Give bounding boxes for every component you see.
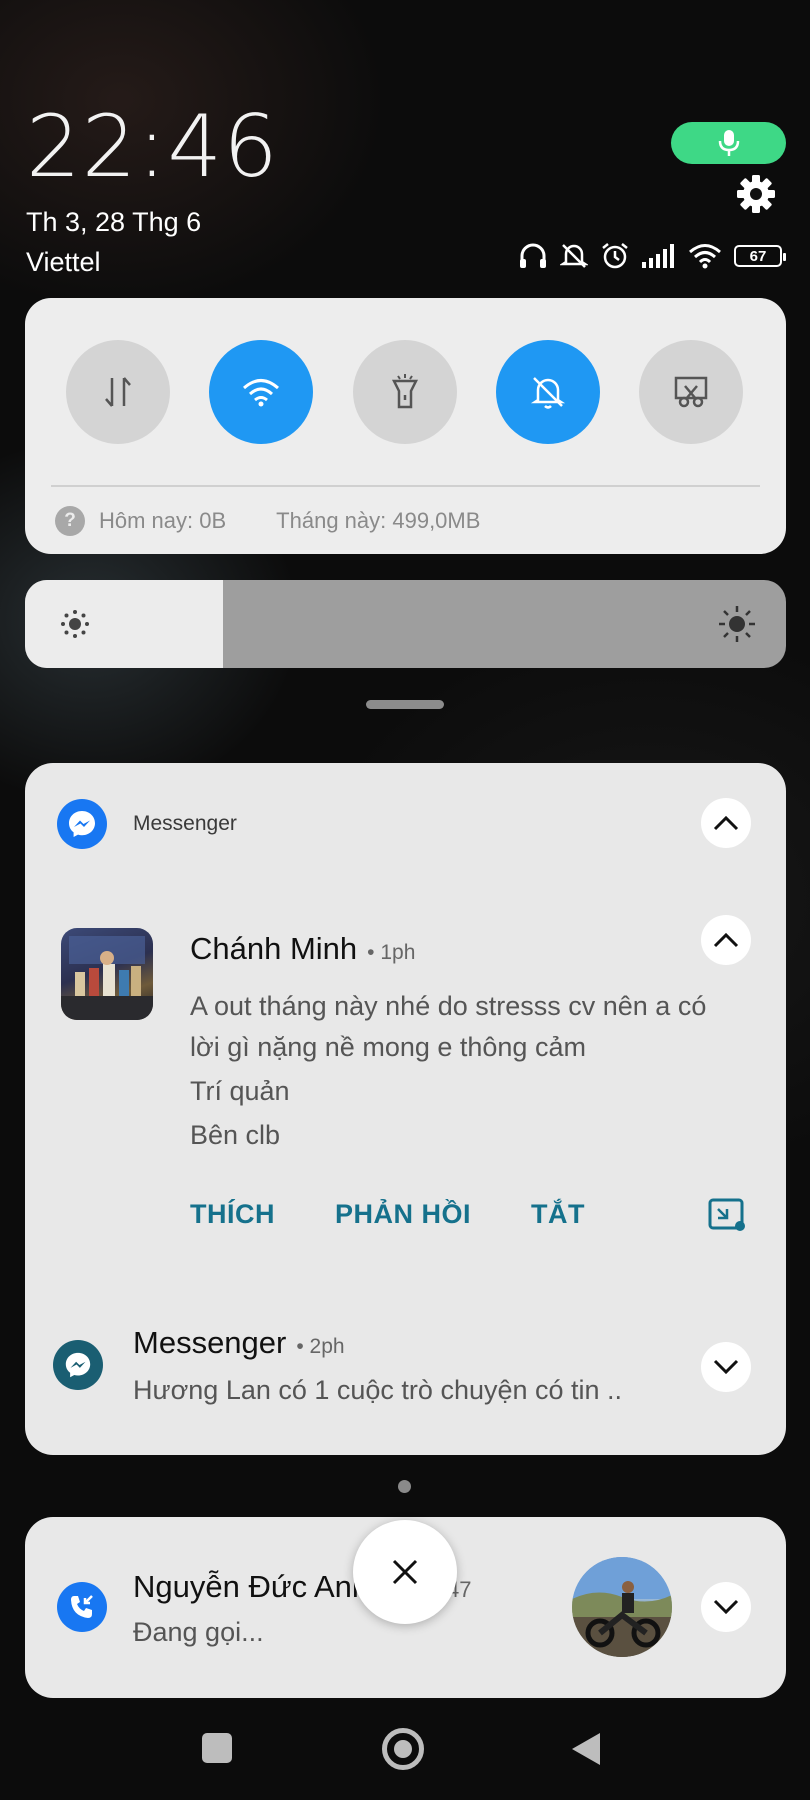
usage-month: Tháng này: 499,0MB: [276, 508, 481, 533]
flashlight-toggle[interactable]: [353, 340, 457, 444]
call-status: Đang gọi...: [133, 1617, 264, 1647]
brightness-low-icon: [61, 610, 89, 638]
signal-icon: [642, 244, 674, 268]
battery-icon: 67: [734, 245, 786, 267]
message-line: Trí quản: [190, 1076, 290, 1106]
caller-photo: [572, 1557, 672, 1657]
date: Th 3, 28 Thg 6: [26, 207, 202, 237]
gear-icon: [737, 175, 775, 213]
microphone-icon: [718, 130, 739, 156]
message-line: A out tháng này nhé do stresss cv nên a …: [190, 991, 707, 1021]
messenger-app-icon: [53, 1340, 103, 1390]
chevron-up-icon: [713, 932, 739, 948]
like-button[interactable]: THÍCH: [190, 1199, 275, 1230]
home-button[interactable]: [382, 1728, 424, 1770]
group-preview: Hương Lan có 1 cuộc trò chuyện có tin ..: [133, 1375, 623, 1405]
group-title: Messenger: [133, 1325, 287, 1360]
call-app-icon: [57, 1582, 107, 1632]
bell-off-icon: [530, 377, 566, 409]
mute-button[interactable]: TẮT: [531, 1199, 585, 1230]
messenger-icon: [65, 1352, 91, 1378]
mic-indicator[interactable]: [671, 122, 786, 164]
expand-call-button[interactable]: [701, 1582, 751, 1632]
group-time: • 2ph: [296, 1335, 345, 1358]
messenger-notification[interactable]: Messenger Chánh Minh • 1ph A out tháng n…: [25, 763, 786, 1455]
app-name: Messenger: [133, 812, 237, 835]
messenger-app-icon: [57, 799, 107, 849]
data-usage[interactable]: ? Hôm nay: 0B Tháng này: 499,0MB: [55, 506, 480, 536]
quick-settings-panel: ? Hôm nay: 0B Tháng này: 499,0MB: [25, 298, 786, 554]
wifi-toggle[interactable]: [209, 340, 313, 444]
status-icons: 67: [518, 240, 786, 272]
close-icon: [392, 1559, 418, 1585]
flashlight-icon: [391, 374, 419, 409]
group-header: Messenger • 2ph: [133, 1325, 345, 1361]
caller-name: Nguyễn Đức Anh: [133, 1569, 370, 1604]
settings-button[interactable]: [734, 172, 778, 216]
message-line: lời gì nặng nề mong e thông cảm: [190, 1032, 586, 1062]
brightness-slider[interactable]: [25, 580, 786, 668]
sender-row: Chánh Minh • 1ph: [190, 931, 415, 967]
mobile-data-toggle[interactable]: [66, 340, 170, 444]
wifi-icon: [243, 379, 279, 407]
messenger-icon: [69, 811, 95, 837]
silent-toggle[interactable]: [496, 340, 600, 444]
chevron-down-icon: [713, 1599, 739, 1615]
help-icon: ?: [55, 506, 85, 536]
screenshot-toggle[interactable]: [639, 340, 743, 444]
expand-group-button[interactable]: [701, 1342, 751, 1392]
back-button[interactable]: [572, 1733, 600, 1765]
collapse-message-button[interactable]: [701, 915, 751, 965]
panel-drag-handle[interactable]: [366, 700, 444, 709]
bell-off-icon: [560, 244, 588, 268]
chevron-up-icon: [713, 815, 739, 831]
usage-today: Hôm nay: 0B: [99, 508, 227, 533]
chevron-down-icon: [713, 1359, 739, 1375]
divider: [51, 485, 760, 487]
brightness-high-icon: [719, 606, 755, 642]
data-arrows-icon: [105, 377, 131, 407]
message-line: Bên clb: [190, 1120, 281, 1150]
sender-avatar: [61, 928, 153, 1020]
page-indicator: [398, 1480, 411, 1493]
bubble-icon[interactable]: [707, 1197, 747, 1233]
headphones-icon: [520, 243, 546, 268]
message-time: • 1ph: [367, 941, 416, 964]
recents-button[interactable]: [202, 1733, 232, 1763]
clear-all-button[interactable]: [353, 1520, 457, 1624]
clock[interactable]: 22:46: [26, 104, 279, 190]
wifi-icon: [689, 244, 721, 269]
reply-button[interactable]: PHẢN HỒI: [335, 1199, 471, 1230]
carrier-name: Viettel: [26, 247, 101, 277]
alarm-icon: [602, 243, 628, 269]
scissors-icon: [674, 376, 708, 408]
sender-name: Chánh Minh: [190, 931, 358, 966]
collapse-group-button[interactable]: [701, 798, 751, 848]
incoming-call-icon: [71, 1595, 93, 1618]
